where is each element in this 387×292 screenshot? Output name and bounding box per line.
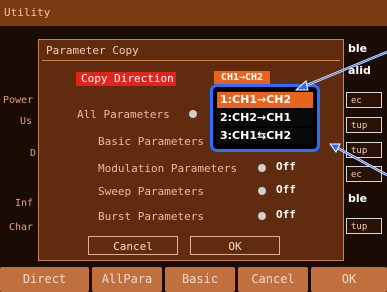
- softkey-allpara[interactable]: AllPara: [92, 267, 162, 292]
- softkey-direct[interactable]: Direct: [0, 267, 89, 292]
- callout-lines: [294, 50, 387, 177]
- callout-arrow-bottom: [329, 143, 387, 177]
- softkey-basic[interactable]: Basic: [165, 267, 235, 292]
- callout-arrow-top: [294, 50, 387, 91]
- softkey-ok[interactable]: OK: [311, 267, 387, 292]
- softkey-cancel[interactable]: Cancel: [238, 267, 308, 292]
